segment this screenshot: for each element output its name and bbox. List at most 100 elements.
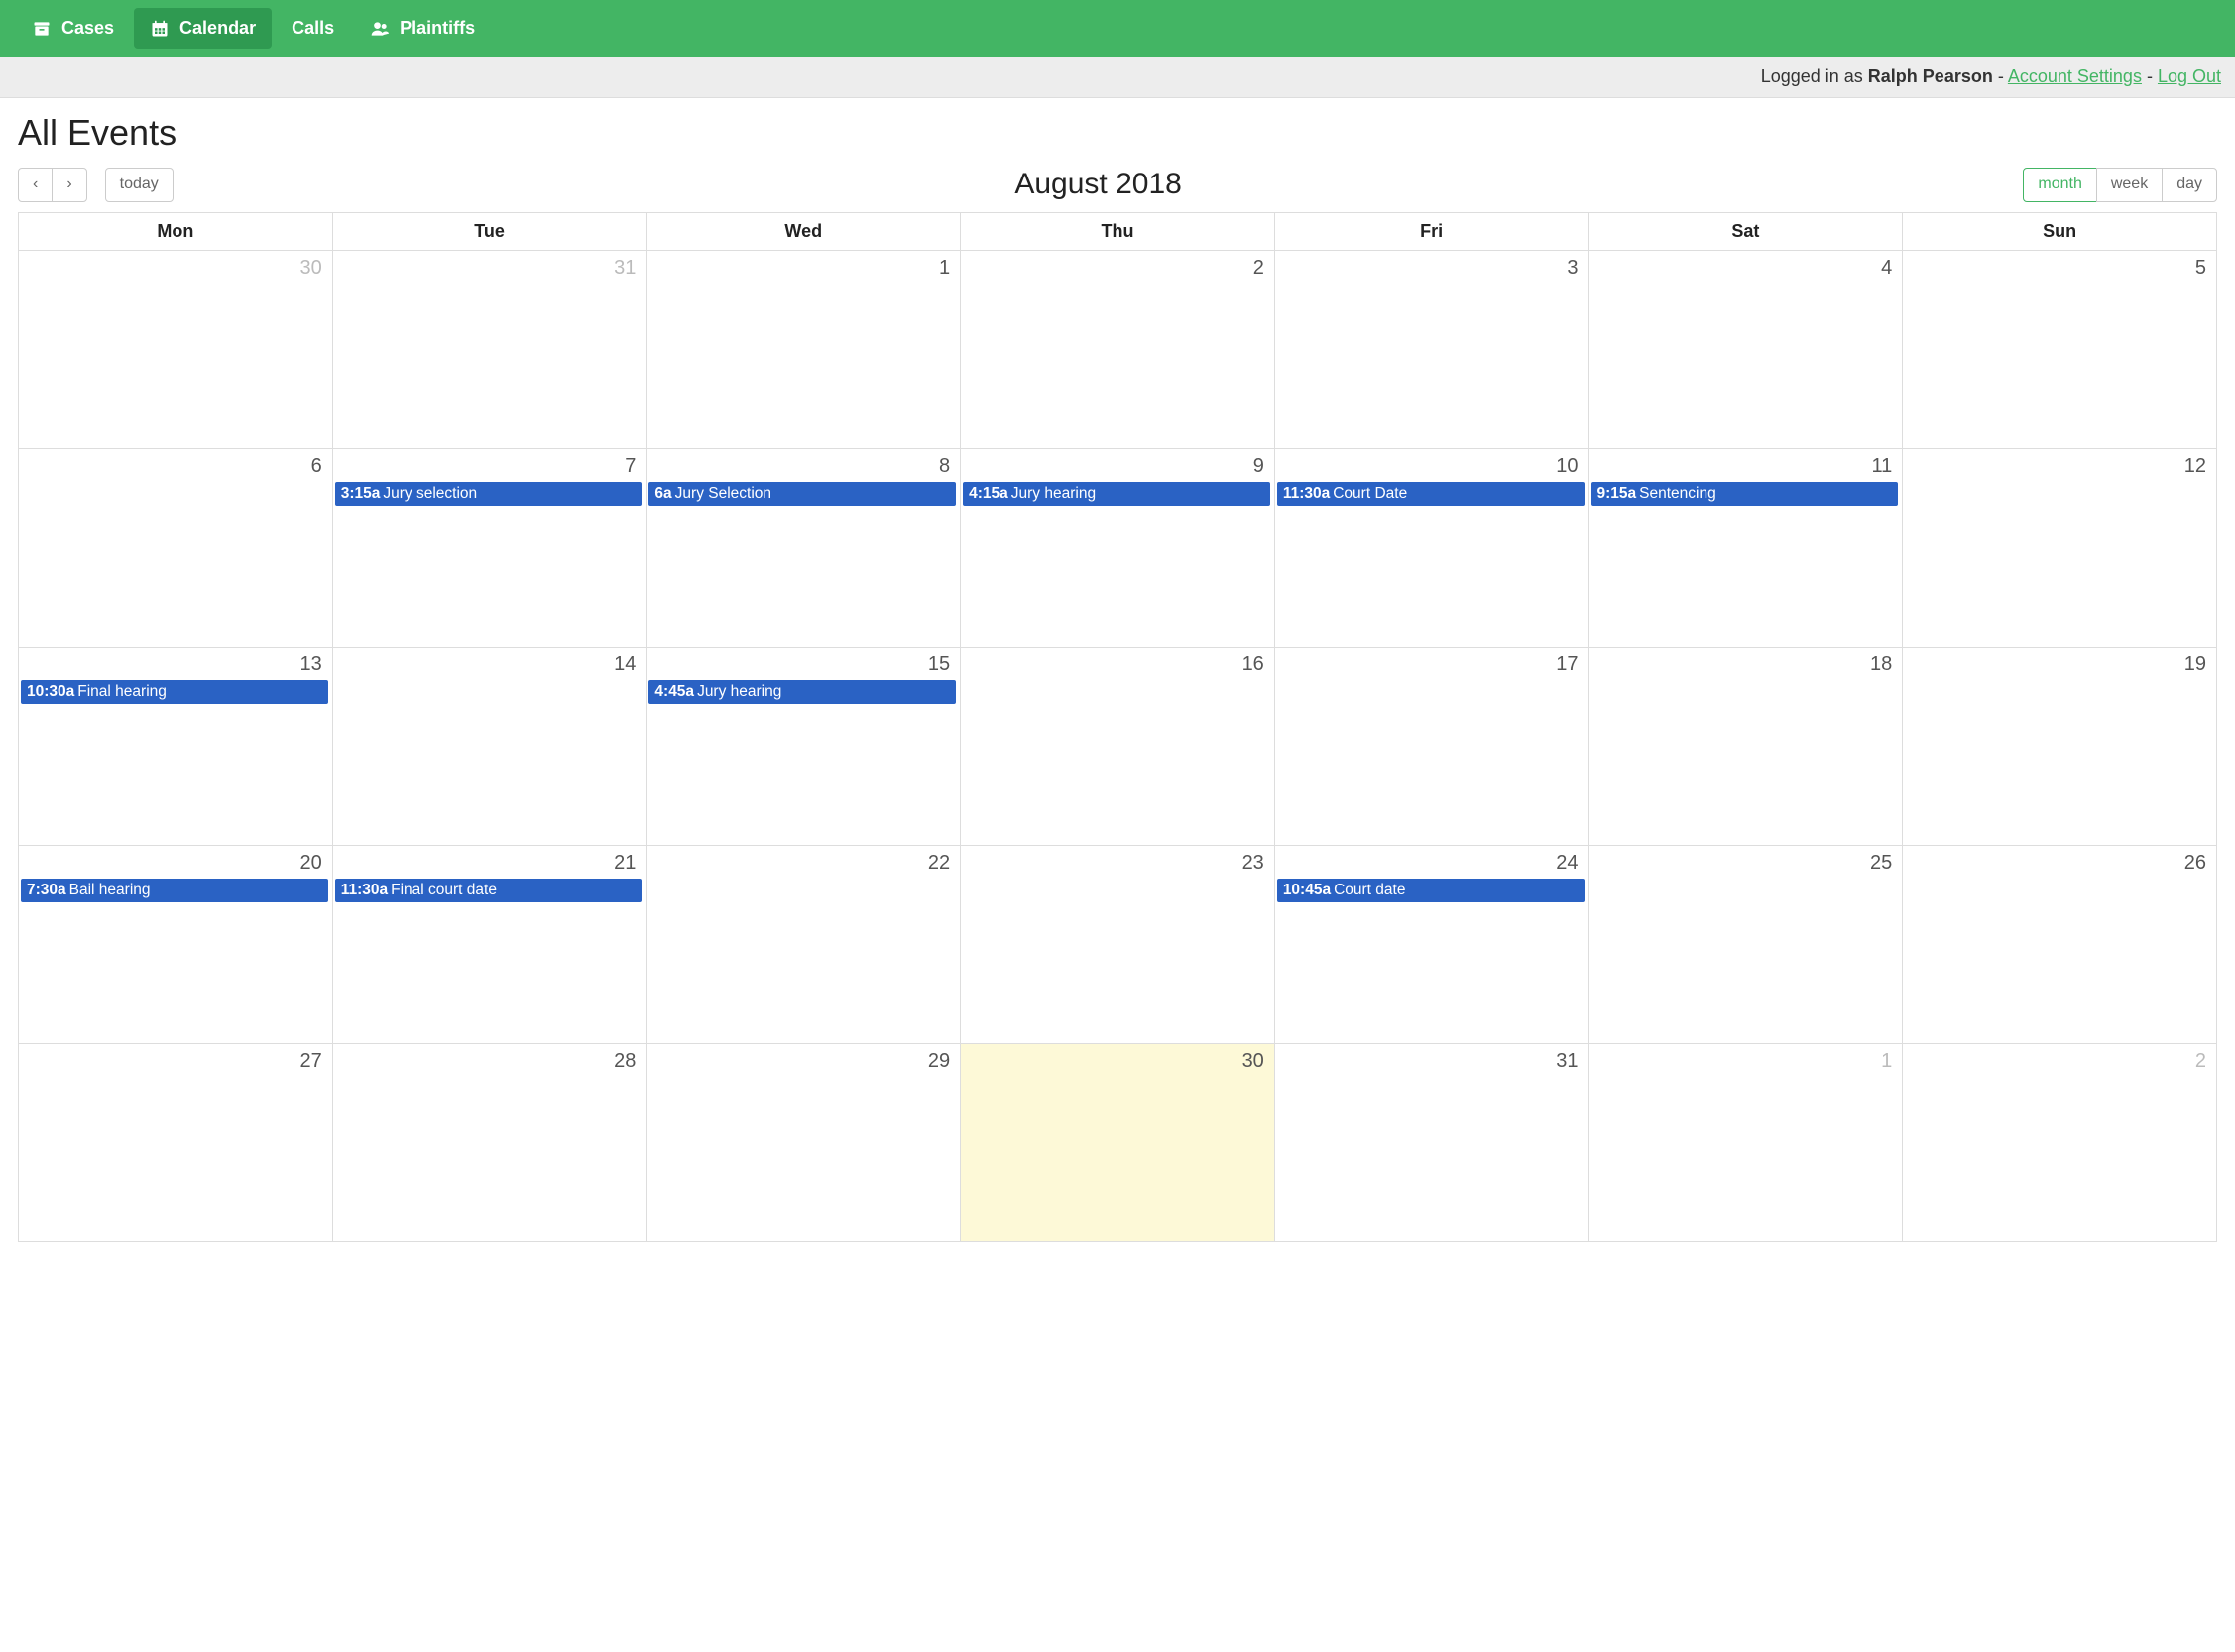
view-switcher: month week day <box>2023 168 2217 202</box>
calendar-event[interactable]: 3:15aJury selection <box>335 482 643 506</box>
day-cell[interactable]: 207:30aBail hearing <box>19 845 333 1043</box>
day-number: 3 <box>1275 251 1588 282</box>
day-number: 30 <box>961 1044 1274 1075</box>
calendar-event[interactable]: 4:45aJury hearing <box>648 680 956 704</box>
nav-cases[interactable]: Cases <box>16 8 130 49</box>
view-week-button[interactable]: week <box>2096 168 2163 202</box>
day-cell[interactable]: 14 <box>332 647 647 845</box>
day-cell[interactable]: 30 <box>19 250 333 448</box>
day-cell[interactable]: 119:15aSentencing <box>1588 448 1903 647</box>
sep: - <box>1993 66 2008 86</box>
event-title: Final hearing <box>77 683 167 700</box>
day-cell[interactable]: 1 <box>1588 1043 1903 1241</box>
calendar-event[interactable]: 4:15aJury hearing <box>963 482 1270 506</box>
day-cell[interactable]: 2410:45aCourt date <box>1274 845 1588 1043</box>
logged-in-username: Ralph Pearson <box>1868 66 1993 86</box>
day-cell[interactable]: 94:15aJury hearing <box>961 448 1275 647</box>
event-time: 7:30a <box>27 882 66 898</box>
day-cell[interactable]: 25 <box>1588 845 1903 1043</box>
day-cell[interactable]: 31 <box>332 250 647 448</box>
event-title: Court date <box>1334 882 1405 898</box>
calendar-event[interactable]: 10:45aCourt date <box>1277 879 1585 902</box>
day-number: 5 <box>1903 251 2216 282</box>
day-cell[interactable]: 31 <box>1274 1043 1588 1241</box>
day-number: 13 <box>19 648 332 678</box>
day-number: 18 <box>1589 648 1903 678</box>
calendar-event[interactable]: 6aJury Selection <box>648 482 956 506</box>
day-cell[interactable]: 1 <box>647 250 961 448</box>
log-out-link[interactable]: Log Out <box>2158 66 2221 86</box>
day-number: 12 <box>1903 449 2216 480</box>
today-button[interactable]: today <box>105 168 174 202</box>
day-cell[interactable]: 28 <box>332 1043 647 1241</box>
event-title: Jury hearing <box>697 683 781 700</box>
day-number: 6 <box>19 449 332 480</box>
day-cell[interactable]: 6 <box>19 448 333 647</box>
day-cell[interactable]: 3 <box>1274 250 1588 448</box>
view-month-button[interactable]: month <box>2023 168 2096 202</box>
view-day-button[interactable]: day <box>2162 168 2217 202</box>
day-header: Fri <box>1274 212 1588 250</box>
day-number: 2 <box>961 251 1274 282</box>
nav-calls[interactable]: Calls <box>276 8 350 49</box>
nav-calendar[interactable]: Calendar <box>134 8 272 49</box>
day-number: 30 <box>19 251 332 282</box>
day-number: 15 <box>647 648 960 678</box>
day-number: 7 <box>333 449 647 480</box>
day-cell[interactable]: 18 <box>1588 647 1903 845</box>
calendar-event[interactable]: 11:30aCourt Date <box>1277 482 1585 506</box>
day-cell[interactable]: 2 <box>1903 1043 2217 1241</box>
account-settings-link[interactable]: Account Settings <box>2008 66 2142 86</box>
day-number: 1 <box>1589 1044 1903 1075</box>
day-number: 23 <box>961 846 1274 877</box>
calendar-event[interactable]: 10:30aFinal hearing <box>21 680 328 704</box>
calendar-event[interactable]: 9:15aSentencing <box>1591 482 1899 506</box>
calendar-grid: MonTueWedThuFriSatSun 303112345673:15aJu… <box>18 212 2217 1242</box>
day-cell[interactable]: 2 <box>961 250 1275 448</box>
day-cell[interactable]: 30 <box>961 1043 1275 1241</box>
user-bar: Logged in as Ralph Pearson - Account Set… <box>0 57 2235 98</box>
next-button[interactable]: › <box>52 168 86 202</box>
day-number: 24 <box>1275 846 1588 877</box>
nav-plaintiffs[interactable]: Plaintiffs <box>354 8 491 49</box>
day-cell[interactable]: 73:15aJury selection <box>332 448 647 647</box>
day-cell[interactable]: 4 <box>1588 250 1903 448</box>
day-number: 31 <box>1275 1044 1588 1075</box>
day-cell[interactable]: 19 <box>1903 647 2217 845</box>
day-header: Tue <box>332 212 647 250</box>
nav-label: Plaintiffs <box>400 18 475 39</box>
prev-button[interactable]: ‹ <box>18 168 53 202</box>
day-number: 20 <box>19 846 332 877</box>
day-cell[interactable]: 2111:30aFinal court date <box>332 845 647 1043</box>
calendar-event[interactable]: 7:30aBail hearing <box>21 879 328 902</box>
calendar-title: August 2018 <box>1014 168 1181 201</box>
event-title: Bail hearing <box>69 882 151 898</box>
event-time: 11:30a <box>1283 485 1330 502</box>
day-cell[interactable]: 1011:30aCourt Date <box>1274 448 1588 647</box>
event-time: 10:30a <box>27 683 74 700</box>
day-cell[interactable]: 26 <box>1903 845 2217 1043</box>
day-cell[interactable]: 5 <box>1903 250 2217 448</box>
day-number: 25 <box>1589 846 1903 877</box>
day-cell[interactable]: 23 <box>961 845 1275 1043</box>
day-cell[interactable]: 1310:30aFinal hearing <box>19 647 333 845</box>
day-cell[interactable]: 29 <box>647 1043 961 1241</box>
day-cell[interactable]: 12 <box>1903 448 2217 647</box>
day-number: 2 <box>1903 1044 2216 1075</box>
day-header: Mon <box>19 212 333 250</box>
day-cell[interactable]: 22 <box>647 845 961 1043</box>
event-title: Final court date <box>391 882 497 898</box>
day-cell[interactable]: 27 <box>19 1043 333 1241</box>
day-cell[interactable]: 17 <box>1274 647 1588 845</box>
logged-in-prefix: Logged in as <box>1761 66 1868 86</box>
day-number: 14 <box>333 648 647 678</box>
day-number: 26 <box>1903 846 2216 877</box>
archive-icon <box>32 19 52 39</box>
day-cell[interactable]: 16 <box>961 647 1275 845</box>
day-header: Thu <box>961 212 1275 250</box>
calendar-event[interactable]: 11:30aFinal court date <box>335 879 643 902</box>
event-time: 4:45a <box>654 683 694 700</box>
day-cell[interactable]: 154:45aJury hearing <box>647 647 961 845</box>
day-cell[interactable]: 86aJury Selection <box>647 448 961 647</box>
day-header: Wed <box>647 212 961 250</box>
